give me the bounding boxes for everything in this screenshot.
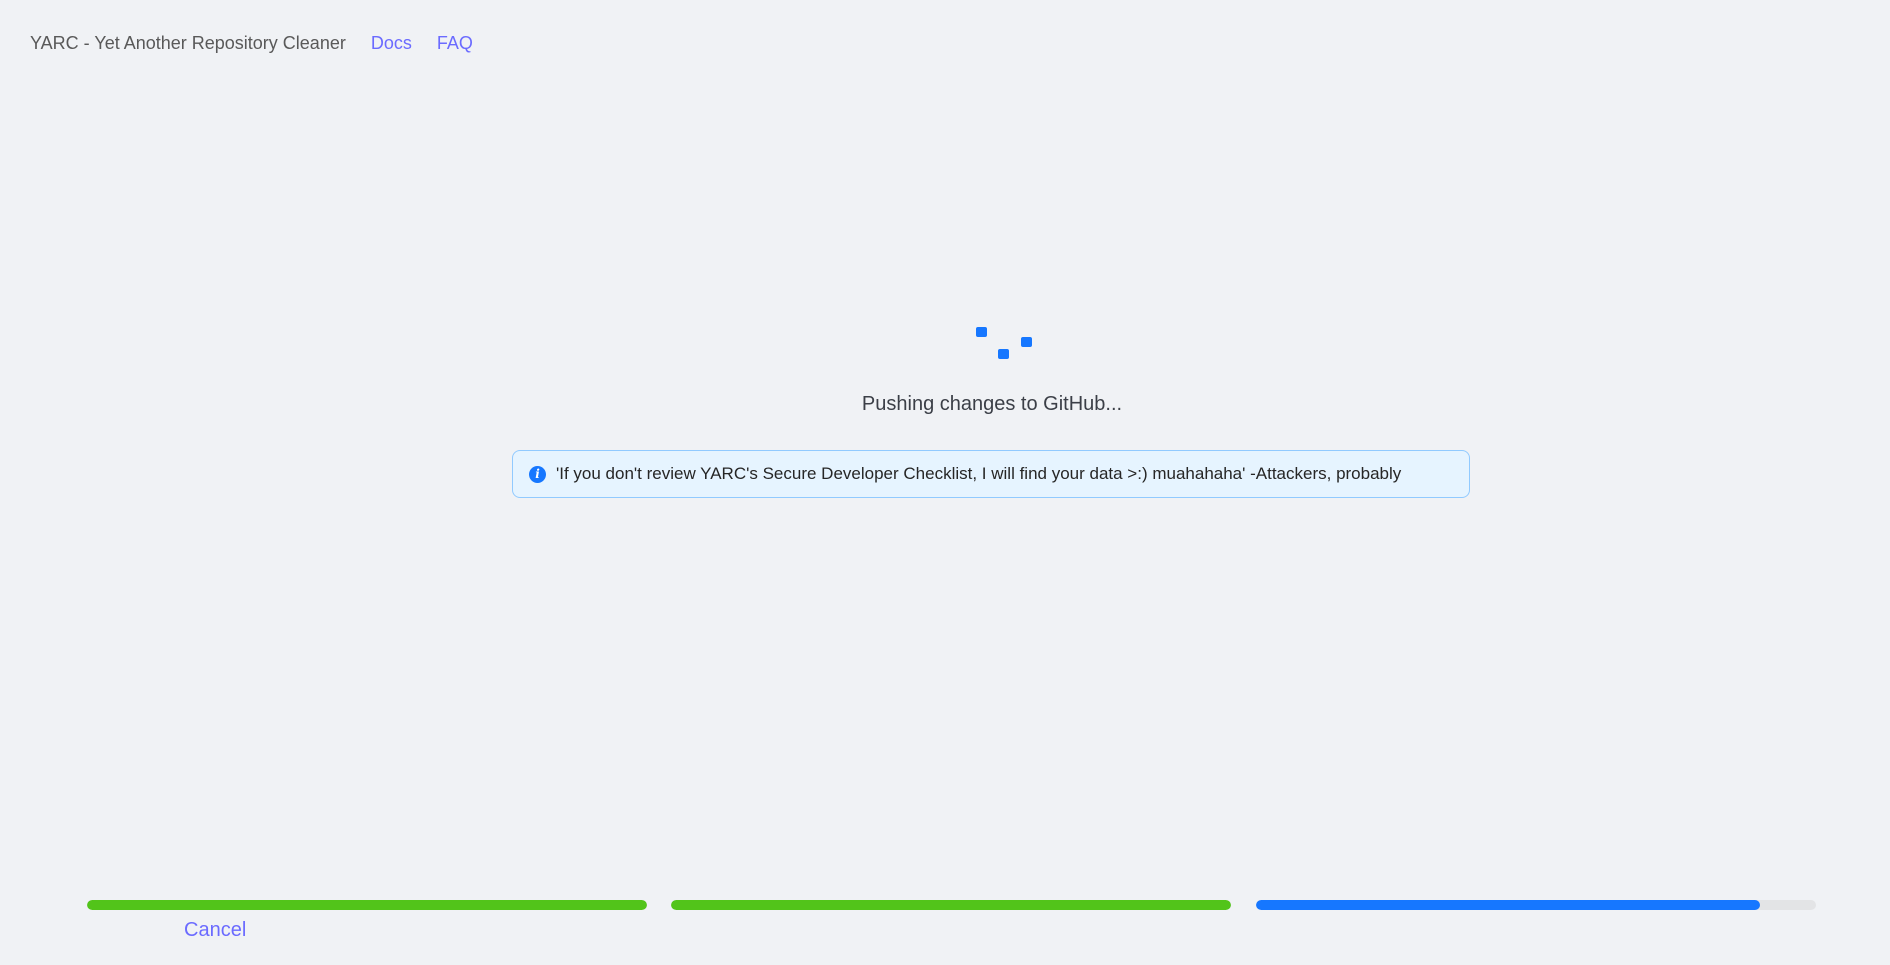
- progress-bar-step-3: [1256, 900, 1816, 910]
- info-alert: i 'If you don't review YARC's Secure Dev…: [512, 450, 1470, 498]
- loading-spinner: [975, 325, 1035, 365]
- info-icon: i: [529, 465, 546, 483]
- nav-link-docs[interactable]: Docs: [371, 33, 412, 54]
- nav-link-faq[interactable]: FAQ: [437, 33, 473, 54]
- progress-fill: [1256, 900, 1760, 910]
- progress-fill: [671, 900, 1231, 910]
- header: YARC - Yet Another Repository Cleaner Do…: [30, 33, 473, 54]
- app-title: YARC - Yet Another Repository Cleaner: [30, 33, 346, 53]
- progress-fill: [87, 900, 647, 910]
- progress-bar-step-1: [87, 900, 647, 910]
- status-text: Pushing changes to GitHub...: [861, 393, 1123, 415]
- alert-message: 'If you don't review YARC's Secure Devel…: [556, 464, 1402, 483]
- spinner-dot: [1021, 337, 1032, 347]
- page: YARC - Yet Another Repository Cleaner Do…: [0, 0, 1890, 965]
- spinner-dot: [998, 349, 1009, 359]
- cancel-button[interactable]: Cancel: [184, 919, 246, 942]
- spinner-dot: [976, 327, 987, 337]
- progress-bar-step-2: [671, 900, 1231, 910]
